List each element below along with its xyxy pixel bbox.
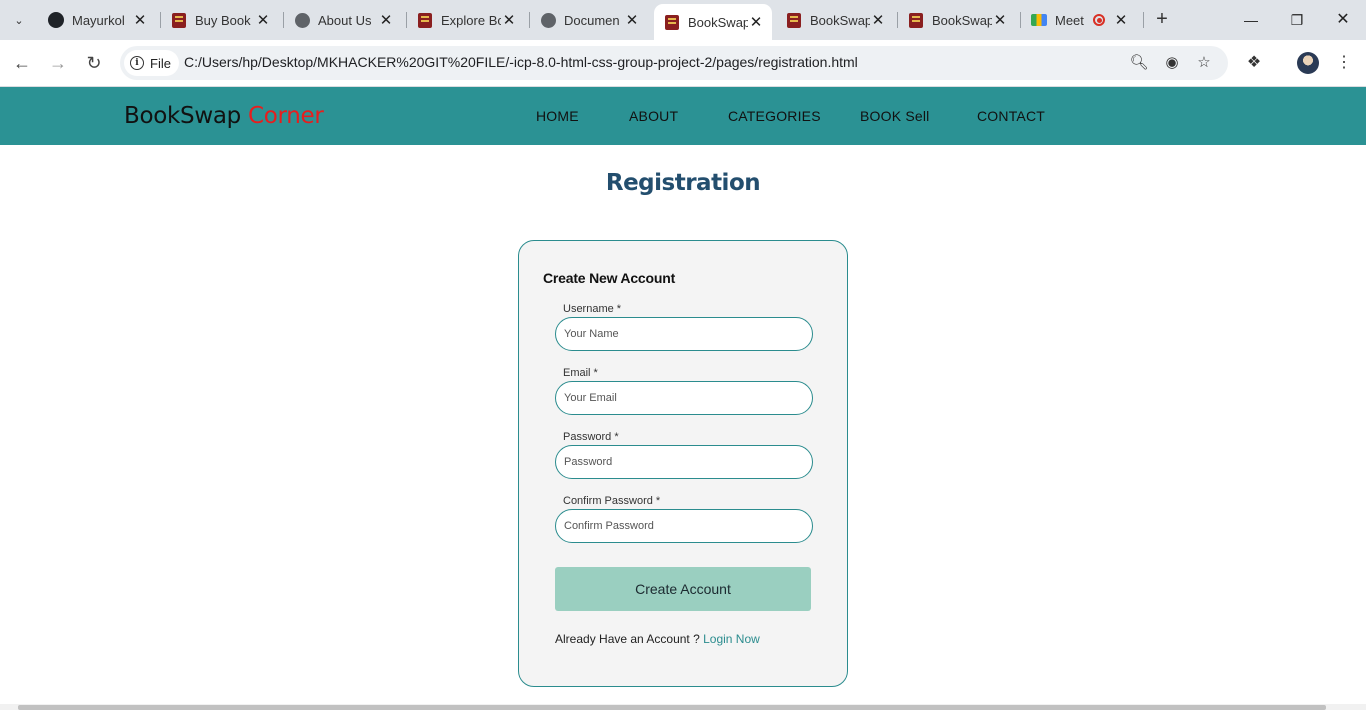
extensions-puzzle-icon[interactable]: ❖ xyxy=(1242,51,1266,75)
site-chip-label: File xyxy=(150,55,171,71)
book-icon xyxy=(786,12,802,28)
window-close-icon[interactable]: ✕ xyxy=(1331,8,1355,32)
nav-categories[interactable]: CATEGORIES xyxy=(728,108,821,124)
nav-about[interactable]: ABOUT xyxy=(629,108,678,124)
forward-arrow-icon[interactable]: → xyxy=(46,51,70,75)
tab-title: Meet xyxy=(1055,12,1084,28)
horizontal-scrollbar[interactable] xyxy=(0,704,1366,710)
logo-accent-text: Corner xyxy=(247,103,324,129)
back-arrow-icon[interactable]: ← xyxy=(10,51,34,75)
new-tab-button[interactable]: + xyxy=(1150,8,1174,32)
tab-title: Explore Bo xyxy=(441,12,501,28)
book-icon xyxy=(664,14,680,30)
email-input[interactable] xyxy=(555,381,813,415)
tab-buy-book[interactable]: Buy Book ✕ xyxy=(161,6,279,34)
recording-icon xyxy=(1093,14,1105,26)
tab-bookswap[interactable]: BookSwap ✕ xyxy=(898,6,1016,34)
tab-strip: ⌄ Mayurkol ✕ Buy Book ✕ About Us ✕ Explo… xyxy=(0,0,1366,40)
close-icon[interactable]: ✕ xyxy=(992,11,1008,29)
eye-icon[interactable]: ◉ xyxy=(1160,51,1184,75)
create-account-button[interactable]: Create Account xyxy=(555,567,811,611)
close-icon[interactable]: ✕ xyxy=(624,11,640,29)
profile-avatar[interactable] xyxy=(1297,52,1319,74)
registration-form: Create New Account Username * Email * Pa… xyxy=(518,240,848,687)
book-icon xyxy=(417,12,433,28)
username-input[interactable] xyxy=(555,317,813,351)
close-icon[interactable]: ✕ xyxy=(1113,11,1129,29)
tab-title: BookSwap xyxy=(932,12,992,28)
address-bar[interactable]: i File C:/Users/hp/Desktop/MKHACKER%20GI… xyxy=(120,46,1228,80)
tab-bookswap[interactable]: BookSwap ✕ xyxy=(776,6,894,34)
close-icon[interactable]: ✕ xyxy=(255,11,271,29)
login-prompt-line: Already Have an Account ? Login Now xyxy=(555,632,760,646)
scrollbar-thumb[interactable] xyxy=(18,705,1326,710)
password-input[interactable] xyxy=(555,445,813,479)
site-header: BookSwap Corner HOME ABOUT CATEGORIES BO… xyxy=(0,87,1366,145)
restore-icon[interactable]: ❐ xyxy=(1285,8,1309,32)
site-info-chip[interactable]: i File xyxy=(124,50,179,76)
book-icon xyxy=(908,12,924,28)
zoom-icon[interactable]: 🔍︎ xyxy=(1127,51,1151,75)
url-text[interactable]: C:/Users/hp/Desktop/MKHACKER%20GIT%20FIL… xyxy=(184,54,858,70)
browser-toolbar: ← → ↻ i File C:/Users/hp/Desktop/MKHACKE… xyxy=(0,40,1366,87)
reload-icon[interactable]: ↻ xyxy=(82,51,106,75)
close-icon[interactable]: ✕ xyxy=(132,11,148,29)
username-label: Username * xyxy=(563,303,622,315)
tab-document[interactable]: Documen ✕ xyxy=(530,6,648,34)
tab-title: Mayurkol xyxy=(72,12,125,28)
nav-contact[interactable]: CONTACT xyxy=(977,108,1045,124)
email-label: Email * xyxy=(563,367,598,379)
close-icon[interactable]: ✕ xyxy=(870,11,886,29)
globe-icon xyxy=(294,12,310,28)
close-icon[interactable]: ✕ xyxy=(501,11,517,29)
close-icon[interactable]: ✕ xyxy=(378,11,394,29)
login-prompt-text: Already Have an Account ? xyxy=(555,632,700,646)
tab-explore-books[interactable]: Explore Bo ✕ xyxy=(407,6,525,34)
site-logo[interactable]: BookSwap Corner xyxy=(124,103,324,129)
close-icon[interactable]: ✕ xyxy=(748,13,764,31)
github-icon xyxy=(48,12,64,28)
meet-icon xyxy=(1031,12,1047,28)
nav-home[interactable]: HOME xyxy=(536,108,579,124)
form-heading: Create New Account xyxy=(543,270,676,286)
tab-about-us[interactable]: About Us ✕ xyxy=(284,6,402,34)
book-icon xyxy=(171,12,187,28)
menu-kebab-icon[interactable]: ⋮ xyxy=(1332,51,1356,75)
globe-icon xyxy=(540,12,556,28)
tab-bookswap-active[interactable]: BookSwap ✕ xyxy=(654,4,772,40)
tab-title: BookSwap xyxy=(688,14,748,30)
nav-book-sell[interactable]: BOOK Sell xyxy=(860,108,930,124)
page-title: Registration xyxy=(605,170,761,196)
tab-meet[interactable]: Meet ✕ xyxy=(1021,6,1139,34)
minimize-icon[interactable]: — xyxy=(1239,8,1263,32)
password-label: Password * xyxy=(563,431,619,443)
confirm-password-input[interactable] xyxy=(555,509,813,543)
info-icon: i xyxy=(130,56,144,70)
tab-mayurkol[interactable]: Mayurkol ✕ xyxy=(38,6,156,34)
tab-title: BookSwap xyxy=(810,12,870,28)
bookmark-star-icon[interactable]: ☆ xyxy=(1192,51,1216,75)
tab-search-chevron-icon[interactable]: ⌄ xyxy=(6,7,32,33)
tab-title: About Us xyxy=(318,12,372,28)
tab-title: Buy Book xyxy=(195,12,251,28)
confirm-password-label: Confirm Password * xyxy=(563,495,661,507)
logo-main-text: BookSwap xyxy=(124,103,241,129)
tab-title: Documen xyxy=(564,12,620,28)
login-now-link[interactable]: Login Now xyxy=(703,632,760,646)
